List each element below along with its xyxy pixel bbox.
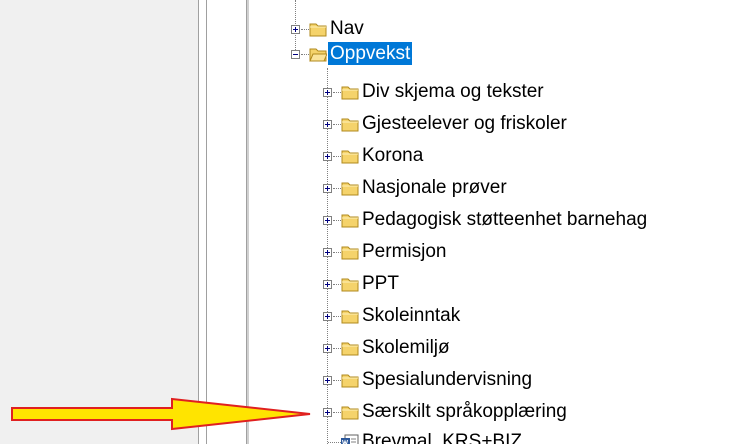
- tree-node-oppvekst[interactable]: Oppvekst: [248, 42, 736, 67]
- tree-node-label: Skolemiljø: [362, 337, 450, 358]
- expand-plus-icon[interactable]: [291, 25, 300, 34]
- tree-line: [333, 156, 341, 157]
- folder-icon: [341, 214, 359, 228]
- tree-node-korona[interactable]: Korona: [248, 144, 736, 169]
- tree-line: [333, 380, 341, 381]
- expand-plus-icon[interactable]: [323, 344, 332, 353]
- tree-line: [301, 29, 309, 30]
- tree-node-permisjon[interactable]: Permisjon: [248, 240, 736, 265]
- tree-node-gjesteelever[interactable]: Gjesteelever og friskoler: [248, 112, 736, 137]
- tree-node-brevmal[interactable]: Brevmal_KRS+BIZ: [248, 430, 736, 444]
- folder-icon: [309, 23, 327, 37]
- tree-node-saerskilt-sprakopplaering[interactable]: Særskilt språkopplæring: [248, 400, 736, 425]
- tree-node-label: PPT: [362, 273, 399, 294]
- tree-line: [328, 442, 341, 443]
- tree-line: [333, 124, 341, 125]
- expand-plus-icon[interactable]: [323, 280, 332, 289]
- folder-icon: [341, 342, 359, 356]
- tree-node-skoleinntak[interactable]: Skoleinntak: [248, 304, 736, 329]
- tree-node-label: Div skjema og tekster: [362, 81, 544, 102]
- folder-icon: [341, 374, 359, 388]
- left-pane: [0, 0, 198, 444]
- tree-line: [333, 412, 341, 413]
- tree-node-label: Gjesteelever og friskoler: [362, 113, 567, 134]
- tree-node-label: Spesialundervisning: [362, 369, 533, 390]
- expand-plus-icon[interactable]: [323, 376, 332, 385]
- tree-line: [333, 316, 341, 317]
- tree-line: [333, 188, 341, 189]
- tree-node-label: Permisjon: [362, 241, 447, 262]
- tree-line: [333, 220, 341, 221]
- tree-node-label: Korona: [362, 145, 424, 166]
- folder-open-icon: [309, 48, 327, 62]
- word-document-icon: [341, 434, 359, 444]
- folder-icon: [341, 150, 359, 164]
- folder-icon: [341, 182, 359, 196]
- expand-plus-icon[interactable]: [323, 184, 332, 193]
- expand-plus-icon[interactable]: [323, 408, 332, 417]
- expand-plus-icon[interactable]: [323, 216, 332, 225]
- tree-node-spesialundervisning[interactable]: Spesialundervisning: [248, 368, 736, 393]
- folder-icon: [341, 118, 359, 132]
- tree-node-ppt[interactable]: PPT: [248, 272, 736, 297]
- tree-line: [333, 92, 341, 93]
- window: Nav Oppvekst Div skjema og tekster Gjest…: [0, 0, 736, 444]
- folder-icon: [341, 246, 359, 260]
- pane-splitter-edge: [206, 0, 207, 444]
- folder-tree: Nav Oppvekst Div skjema og tekster Gjest…: [248, 0, 736, 444]
- tree-line: [333, 284, 341, 285]
- pane-splitter-gap: [199, 0, 206, 444]
- folder-icon: [341, 406, 359, 420]
- tree-line: [333, 252, 341, 253]
- tree-node-label-selected: Oppvekst: [328, 42, 413, 65]
- tree-node-div-skjema[interactable]: Div skjema og tekster: [248, 80, 736, 105]
- tree-node-label: Særskilt språkopplæring: [362, 401, 567, 422]
- tree-node-label: Brevmal_KRS+BIZ: [362, 431, 522, 444]
- pointer-arrow-icon: [11, 397, 311, 431]
- tree-node-label: Pedagogisk støtteenhet barnehag: [362, 209, 648, 230]
- tree-node-pedagogisk[interactable]: Pedagogisk støtteenhet barnehag: [248, 208, 736, 233]
- tree-node-label: Skoleinntak: [362, 305, 461, 326]
- tree-line: [301, 54, 309, 55]
- tree-line: [333, 348, 341, 349]
- folder-icon: [341, 278, 359, 292]
- tree-node-nav[interactable]: Nav: [248, 17, 736, 42]
- tree-node-label: Nav: [330, 18, 364, 39]
- expand-plus-icon[interactable]: [323, 152, 332, 161]
- expand-plus-icon[interactable]: [323, 248, 332, 257]
- tree-node-label: Nasjonale prøver: [362, 177, 507, 198]
- expand-plus-icon[interactable]: [323, 88, 332, 97]
- expand-plus-icon[interactable]: [323, 120, 332, 129]
- folder-icon: [341, 310, 359, 324]
- tree-node-skolemiljo[interactable]: Skolemiljø: [248, 336, 736, 361]
- folder-icon: [341, 86, 359, 100]
- tree-node-nasjonale-prover[interactable]: Nasjonale prøver: [248, 176, 736, 201]
- expand-plus-icon[interactable]: [323, 312, 332, 321]
- collapse-minus-icon[interactable]: [291, 50, 300, 59]
